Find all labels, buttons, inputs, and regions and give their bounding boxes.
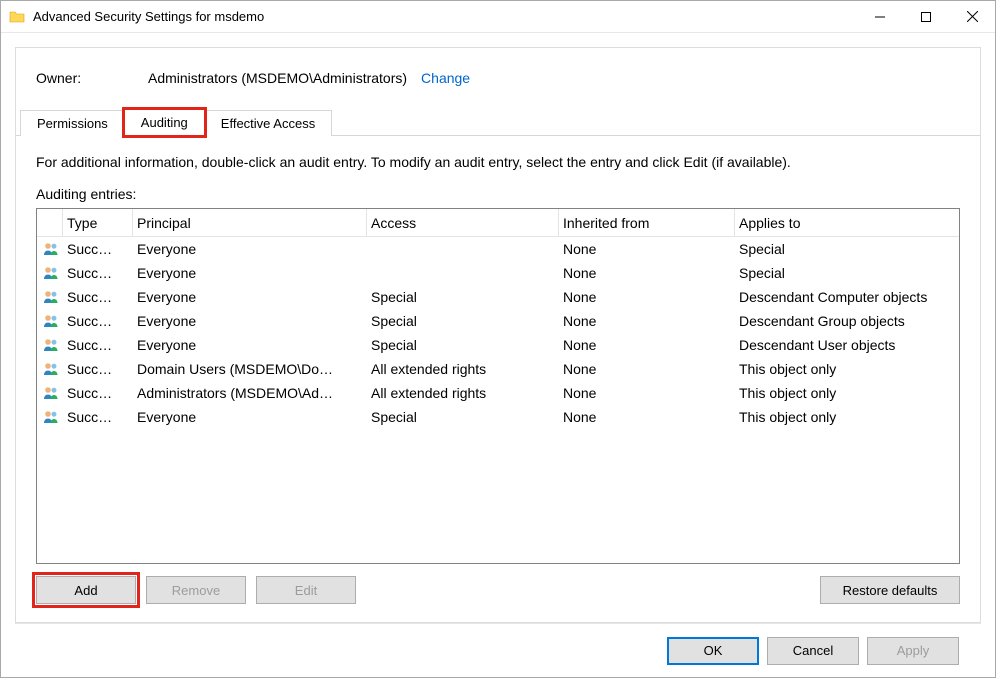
cell-inherited: None xyxy=(559,265,735,281)
group-icon xyxy=(37,242,63,256)
owner-change-link[interactable]: Change xyxy=(421,70,470,86)
cell-type: Succ… xyxy=(63,409,133,425)
group-icon xyxy=(37,386,63,400)
table-body: Succ…EveryoneNoneSpecialSucc…EveryoneNon… xyxy=(37,237,959,429)
cell-inherited: None xyxy=(559,313,735,329)
table-row[interactable]: Succ…Administrators (MSDEMO\Ad…All exten… xyxy=(37,381,959,405)
cell-applies: This object only xyxy=(735,385,959,401)
folder-icon xyxy=(9,9,25,25)
cell-principal: Everyone xyxy=(133,409,367,425)
titlebar: Advanced Security Settings for msdemo xyxy=(1,1,995,33)
cell-access: Special xyxy=(367,313,559,329)
cell-principal: Everyone xyxy=(133,289,367,305)
cell-principal: Everyone xyxy=(133,313,367,329)
minimize-button[interactable] xyxy=(857,1,903,32)
apply-button: Apply xyxy=(867,637,959,665)
cell-applies: Descendant User objects xyxy=(735,337,959,353)
column-applies[interactable]: Applies to xyxy=(735,209,959,236)
cancel-button[interactable]: Cancel xyxy=(767,637,859,665)
cell-inherited: None xyxy=(559,361,735,377)
cell-type: Succ… xyxy=(63,337,133,353)
table-row[interactable]: Succ…EveryoneSpecialNoneDescendant User … xyxy=(37,333,959,357)
tab-effective-access[interactable]: Effective Access xyxy=(204,110,332,136)
cell-applies: This object only xyxy=(735,361,959,377)
cell-inherited: None xyxy=(559,385,735,401)
table-row[interactable]: Succ…Domain Users (MSDEMO\Do…All extende… xyxy=(37,357,959,381)
edit-button: Edit xyxy=(256,576,356,604)
cell-principal: Domain Users (MSDEMO\Do… xyxy=(133,361,367,377)
window-title: Advanced Security Settings for msdemo xyxy=(33,9,857,24)
group-icon xyxy=(37,314,63,328)
cell-principal: Administrators (MSDEMO\Ad… xyxy=(133,385,367,401)
list-label: Auditing entries: xyxy=(16,180,980,208)
owner-row: Owner: Administrators (MSDEMO\Administra… xyxy=(16,48,980,108)
window: Advanced Security Settings for msdemo Ow… xyxy=(0,0,996,678)
close-button[interactable] xyxy=(949,1,995,32)
ok-button[interactable]: OK xyxy=(667,637,759,665)
cell-applies: This object only xyxy=(735,409,959,425)
column-inherited[interactable]: Inherited from xyxy=(559,209,735,236)
cell-access: All extended rights xyxy=(367,361,559,377)
table-row[interactable]: Succ…Everyone NoneSpecial xyxy=(37,261,959,285)
group-icon xyxy=(37,290,63,304)
maximize-button[interactable] xyxy=(903,1,949,32)
cell-principal: Everyone xyxy=(133,241,367,257)
group-icon xyxy=(37,410,63,424)
column-icon[interactable] xyxy=(37,209,63,236)
cell-principal: Everyone xyxy=(133,265,367,281)
dialog-footer: OK Cancel Apply xyxy=(15,623,981,677)
cell-access: Special xyxy=(367,337,559,353)
cell-applies: Special xyxy=(735,241,959,257)
restore-defaults-button[interactable]: Restore defaults xyxy=(820,576,960,604)
cell-inherited: None xyxy=(559,289,735,305)
cell-type: Succ… xyxy=(63,265,133,281)
group-icon xyxy=(37,266,63,280)
table-header: Type Principal Access Inherited from App… xyxy=(37,209,959,237)
tab-permissions[interactable]: Permissions xyxy=(20,110,125,136)
cell-inherited: None xyxy=(559,241,735,257)
table-row[interactable]: Succ…Everyone NoneSpecial xyxy=(37,237,959,261)
cell-principal: Everyone xyxy=(133,337,367,353)
owner-label: Owner: xyxy=(36,70,148,86)
remove-button: Remove xyxy=(146,576,246,604)
tab-auditing[interactable]: Auditing xyxy=(124,109,205,136)
cell-type: Succ… xyxy=(63,313,133,329)
cell-inherited: None xyxy=(559,337,735,353)
window-controls xyxy=(857,1,995,32)
inner-panel: Owner: Administrators (MSDEMO\Administra… xyxy=(15,47,981,623)
cell-access: Special xyxy=(367,289,559,305)
table-row[interactable]: Succ…EveryoneSpecialNoneThis object only xyxy=(37,405,959,429)
cell-applies: Descendant Group objects xyxy=(735,313,959,329)
group-icon xyxy=(37,362,63,376)
cell-applies: Special xyxy=(735,265,959,281)
group-icon xyxy=(37,338,63,352)
cell-access: All extended rights xyxy=(367,385,559,401)
action-row: Add Remove Edit Restore defaults xyxy=(16,576,980,622)
column-principal[interactable]: Principal xyxy=(133,209,367,236)
cell-applies: Descendant Computer objects xyxy=(735,289,959,305)
cell-inherited: None xyxy=(559,409,735,425)
cell-access: Special xyxy=(367,409,559,425)
table-row[interactable]: Succ…EveryoneSpecialNoneDescendant Compu… xyxy=(37,285,959,309)
auditing-table: Type Principal Access Inherited from App… xyxy=(36,208,960,564)
cell-type: Succ… xyxy=(63,361,133,377)
tab-bar: Permissions Auditing Effective Access xyxy=(16,108,980,136)
add-button[interactable]: Add xyxy=(36,576,136,604)
info-text: For additional information, double-click… xyxy=(16,136,980,180)
content-area: Owner: Administrators (MSDEMO\Administra… xyxy=(1,33,995,677)
column-type[interactable]: Type xyxy=(63,209,133,236)
owner-value: Administrators (MSDEMO\Administrators) xyxy=(148,70,407,86)
table-row[interactable]: Succ…EveryoneSpecialNoneDescendant Group… xyxy=(37,309,959,333)
cell-type: Succ… xyxy=(63,241,133,257)
cell-type: Succ… xyxy=(63,289,133,305)
column-access[interactable]: Access xyxy=(367,209,559,236)
cell-type: Succ… xyxy=(63,385,133,401)
